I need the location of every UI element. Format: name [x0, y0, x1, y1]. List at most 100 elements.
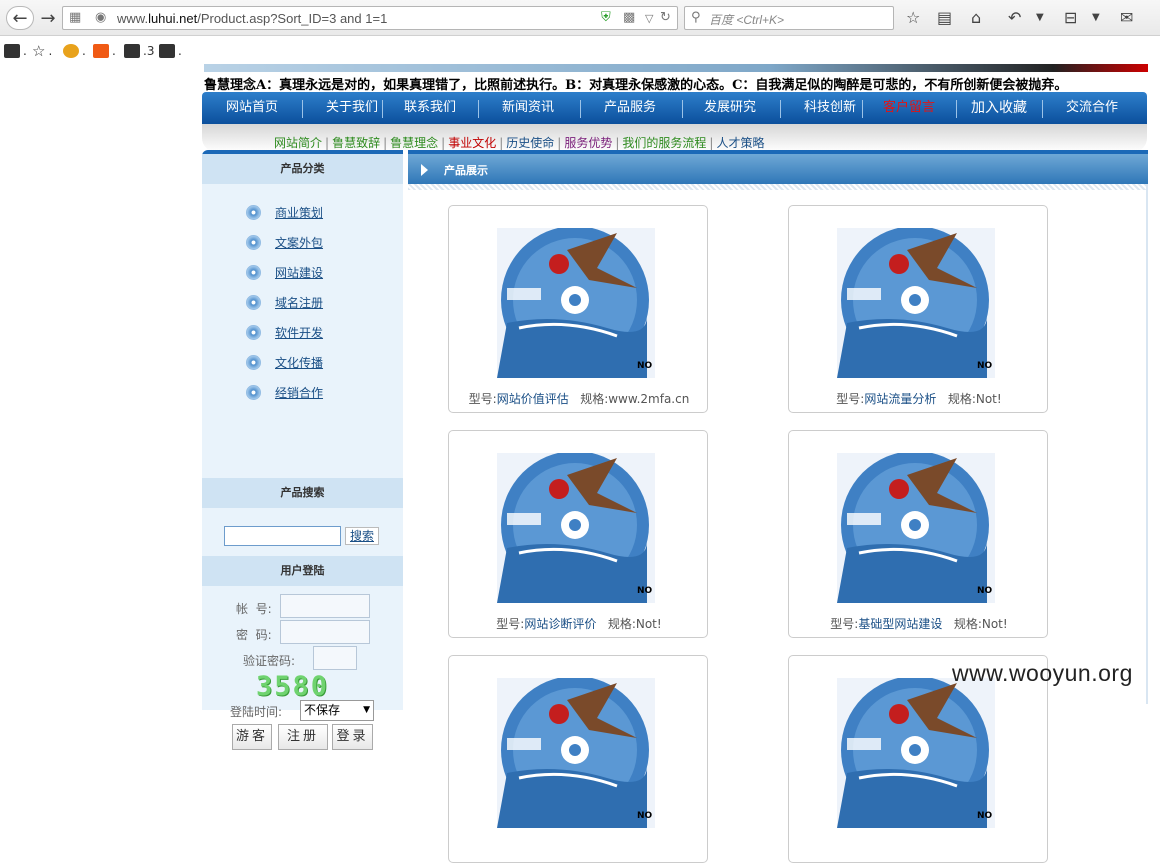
- product-model-link[interactable]: 基础型网站建设: [858, 617, 942, 631]
- chevron-down-icon: ▼: [363, 705, 370, 715]
- main-nav: 网站首页 关于我们 联系我们 新闻资讯 产品服务 发展研究 科技创新 客户留言 加入收藏 交流合作: [202, 92, 1147, 124]
- svg-text:NO: NO: [637, 811, 653, 821]
- taobao-icon: [93, 44, 109, 58]
- product-cd-image[interactable]: NO: [497, 678, 655, 828]
- product-model-link[interactable]: 网站价值评估: [497, 392, 569, 406]
- bookmark-item[interactable]: .: [63, 43, 86, 59]
- category-link[interactable]: 商业策划: [275, 204, 323, 221]
- url-text[interactable]: www.luhui.net/Product.asp?Sort_ID=3 and …: [117, 11, 387, 26]
- product-spec: Not!: [981, 617, 1008, 631]
- product-cd-image[interactable]: NO: [837, 453, 995, 603]
- bookmark-item[interactable]: .: [159, 43, 182, 59]
- chat-icon[interactable]: ✉: [1120, 8, 1133, 27]
- product-model-link[interactable]: 网站诊断评价: [524, 617, 596, 631]
- forward-button[interactable]: →: [35, 6, 61, 30]
- svg-text:NO: NO: [977, 811, 993, 821]
- subnav-item[interactable]: 服务优势: [564, 136, 612, 150]
- banner-image: [204, 64, 1148, 72]
- reload-icon[interactable]: ↻: [660, 10, 671, 25]
- product-card[interactable]: NO 型号:网站诊断评价 规格:Not!: [448, 430, 708, 638]
- category-link[interactable]: 文化传播: [275, 354, 323, 371]
- qrcode-icon[interactable]: ▩: [623, 10, 635, 25]
- address-bar[interactable]: ▦ ◉ www.luhui.net/Product.asp?Sort_ID=3 …: [62, 6, 678, 30]
- category-link[interactable]: 经销合作: [275, 384, 323, 401]
- password-input[interactable]: [280, 620, 370, 644]
- subnav-separator: |: [325, 136, 330, 150]
- category-link[interactable]: 软件开发: [275, 324, 323, 341]
- product-card[interactable]: NO 型号:基础型网站建设 规格:Not!: [788, 430, 1048, 638]
- product-cd-image[interactable]: NO: [837, 678, 995, 828]
- nav-separator: [580, 100, 581, 118]
- category-item[interactable]: 网站建设: [246, 264, 323, 280]
- product-label: 型号:网站诊断评价 规格:Not!: [449, 615, 709, 632]
- product-cd-image[interactable]: NO: [497, 453, 655, 603]
- account-input[interactable]: [280, 594, 370, 618]
- captcha-image: 3580: [256, 671, 330, 702]
- chevron-down-icon[interactable]: ▼: [1092, 12, 1100, 23]
- nav-item[interactable]: 发展研究: [682, 92, 778, 124]
- crop-icon[interactable]: ⊟: [1064, 8, 1077, 27]
- bookmark-item[interactable]: .3: [124, 43, 154, 59]
- login-button[interactable]: 登录: [332, 724, 373, 750]
- category-link[interactable]: 网站建设: [275, 264, 323, 281]
- product-search-input[interactable]: [224, 526, 341, 546]
- back-button[interactable]: ←: [6, 6, 34, 30]
- product-cd-image[interactable]: NO: [497, 228, 655, 378]
- product-search-button[interactable]: 搜索: [345, 527, 379, 545]
- svg-text:NO: NO: [637, 361, 653, 371]
- shield-icon[interactable]: ⛨: [601, 10, 611, 25]
- category-item[interactable]: 软件开发: [246, 324, 323, 340]
- search-bar[interactable]: ⚲ 百度 <Ctrl+K>: [684, 6, 894, 30]
- subnav-item[interactable]: 我们的服务流程: [622, 136, 706, 150]
- product-model-link[interactable]: 网站流量分析: [864, 392, 936, 406]
- login-time-select[interactable]: 不保存 ▼: [300, 700, 374, 721]
- category-link[interactable]: 域名注册: [275, 294, 323, 311]
- cd-icon: [246, 384, 261, 400]
- dropdown-icon[interactable]: ▽: [645, 12, 653, 25]
- product-cd-image[interactable]: NO: [837, 228, 995, 378]
- product-card[interactable]: NO 型号:网站流量分析 规格:Not!: [788, 205, 1048, 413]
- subnav-item[interactable]: 鲁慧致辞: [332, 136, 380, 150]
- subnav-item[interactable]: 鲁慧理念: [390, 136, 438, 150]
- svg-text:NO: NO: [977, 361, 993, 371]
- subnav-item[interactable]: 人才策略: [716, 136, 764, 150]
- category-item[interactable]: 文案外包: [246, 234, 323, 250]
- nav-item[interactable]: 加入收藏: [956, 92, 1042, 124]
- subnav-item[interactable]: 网站简介: [274, 136, 322, 150]
- model-label: 型号:: [836, 392, 865, 406]
- product-card[interactable]: NO: [448, 655, 708, 863]
- register-button[interactable]: 注册: [278, 724, 328, 750]
- star-icon[interactable]: ☆: [906, 8, 920, 27]
- category-item[interactable]: 文化传播: [246, 354, 323, 370]
- category-item[interactable]: 域名注册: [246, 294, 323, 310]
- bookmark-item[interactable]: .: [93, 43, 116, 59]
- subnav-item[interactable]: 事业文化: [448, 136, 496, 150]
- category-item[interactable]: 经销合作: [246, 384, 323, 400]
- captcha-input[interactable]: [313, 646, 357, 670]
- nav-item[interactable]: 交流合作: [1042, 92, 1142, 124]
- triangle-right-icon: [421, 164, 428, 176]
- home-icon[interactable]: ⌂: [971, 8, 981, 27]
- nav-item[interactable]: 客户留言: [862, 92, 956, 124]
- undo-icon[interactable]: ↶: [1008, 8, 1021, 27]
- search-icon: ⚲: [691, 10, 701, 25]
- login-time-label: 登陆时间:: [230, 705, 283, 719]
- bookmark-item[interactable]: .: [4, 43, 27, 59]
- nav-item[interactable]: 联系我们: [382, 92, 478, 124]
- subnav-item[interactable]: 历史使命: [506, 136, 554, 150]
- category-item[interactable]: 商业策划: [246, 204, 323, 220]
- bookmark-item[interactable]: ☆.: [32, 42, 52, 60]
- bookmark-favicon-icon: [159, 44, 175, 58]
- sidebar: 产品分类 商业策划 文案外包 网站建设 域名注册 软件开发 文化传播 经销合作 产品搜索 搜…: [202, 150, 403, 750]
- cd-icon: [246, 324, 261, 340]
- product-card[interactable]: NO 型号:网站价值评估 规格:www.2mfa.cn: [448, 205, 708, 413]
- chevron-down-icon[interactable]: ▼: [1036, 12, 1044, 23]
- nav-item[interactable]: 网站首页: [202, 92, 302, 124]
- cd-icon: [246, 204, 261, 220]
- nav-item[interactable]: 产品服务: [580, 92, 680, 124]
- category-link[interactable]: 文案外包: [275, 234, 323, 251]
- reading-list-icon[interactable]: ▤: [937, 8, 952, 27]
- guest-button[interactable]: 游客: [232, 724, 272, 750]
- nav-item[interactable]: 新闻资讯: [478, 92, 578, 124]
- category-title: 产品分类: [202, 154, 403, 184]
